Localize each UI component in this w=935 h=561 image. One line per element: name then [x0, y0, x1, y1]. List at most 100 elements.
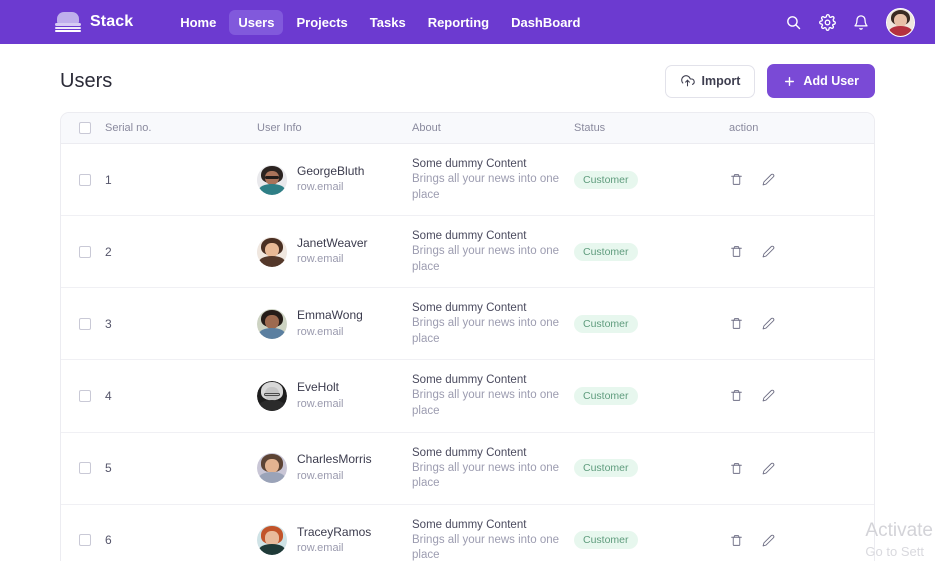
row-about-sub: Brings all your news into one place [412, 388, 562, 419]
table-row: 2 JanetWeaver row.email [61, 216, 874, 288]
table-body: 1 GeorgeBluth row.email [61, 144, 874, 561]
delete-icon[interactable] [729, 533, 744, 548]
row-avatar [257, 237, 287, 267]
row-user-name: CharlesMorris [297, 451, 372, 468]
nav-item-reporting[interactable]: Reporting [419, 10, 498, 35]
row-checkbox[interactable] [79, 174, 91, 186]
row-userinfo-cell: TraceyRamos row.email [257, 504, 412, 561]
nav-item-tasks[interactable]: Tasks [361, 10, 415, 35]
row-user-name: JanetWeaver [297, 235, 367, 252]
nav-item-home[interactable]: Home [171, 10, 225, 35]
nav-item-dashboard[interactable]: DashBoard [502, 10, 589, 35]
nav-item-projects[interactable]: Projects [287, 10, 356, 35]
edit-icon[interactable] [761, 533, 776, 548]
row-user-name: TraceyRamos [297, 524, 371, 541]
status-badge: Customer [574, 243, 638, 261]
row-status-cell: Customer [574, 216, 729, 288]
row-serial-cell: 2 [105, 216, 257, 288]
table-row: 5 CharlesMorris row.email [61, 432, 874, 504]
add-user-button[interactable]: Add User [767, 64, 875, 98]
header-actions: Import Add User [665, 64, 875, 98]
table-row: 4 EveHolt row.email [61, 360, 874, 432]
delete-icon[interactable] [729, 244, 744, 259]
row-serial-cell: 6 [105, 504, 257, 561]
row-serial: 3 [105, 317, 112, 331]
avatar[interactable] [886, 8, 915, 37]
row-select-cell [61, 360, 105, 432]
upload-cloud-icon [680, 74, 695, 89]
brand-logo[interactable]: Stack [55, 12, 133, 32]
row-checkbox[interactable] [79, 390, 91, 402]
row-about-cell: Some dummy Content Brings all your news … [412, 360, 574, 432]
delete-icon[interactable] [729, 388, 744, 403]
row-select-cell [61, 504, 105, 561]
row-select-cell [61, 216, 105, 288]
row-about-cell: Some dummy Content Brings all your news … [412, 144, 574, 216]
row-about-title: Some dummy Content [412, 300, 574, 316]
row-about-cell: Some dummy Content Brings all your news … [412, 216, 574, 288]
row-action-cell [729, 216, 874, 288]
row-action-cell [729, 432, 874, 504]
bell-icon[interactable] [852, 13, 870, 31]
nav-item-users[interactable]: Users [229, 10, 283, 35]
row-serial: 2 [105, 245, 112, 259]
row-user-name: EmmaWong [297, 307, 363, 324]
page-title: Users [60, 70, 112, 93]
search-icon[interactable] [784, 13, 802, 31]
row-serial: 5 [105, 461, 112, 475]
gear-icon[interactable] [818, 13, 836, 31]
select-all-header [61, 113, 105, 144]
row-avatar [257, 381, 287, 411]
row-serial: 1 [105, 173, 112, 187]
avatar-portrait [887, 9, 914, 36]
row-avatar [257, 165, 287, 195]
row-about-title: Some dummy Content [412, 156, 574, 172]
delete-icon[interactable] [729, 461, 744, 476]
status-badge: Customer [574, 171, 638, 189]
row-checkbox[interactable] [79, 534, 91, 546]
import-button[interactable]: Import [665, 65, 756, 98]
row-action-cell [729, 360, 874, 432]
row-about-title: Some dummy Content [412, 372, 574, 388]
row-about-title: Some dummy Content [412, 445, 574, 461]
plus-icon [783, 75, 796, 88]
status-badge: Customer [574, 315, 638, 333]
row-user-email: row.email [297, 469, 372, 485]
status-badge: Customer [574, 387, 638, 405]
row-action-cell [729, 288, 874, 360]
column-header-about: About [412, 113, 574, 144]
row-select-cell [61, 144, 105, 216]
select-all-checkbox[interactable] [79, 122, 91, 134]
row-avatar [257, 525, 287, 555]
row-user-name: EveHolt [297, 379, 343, 396]
row-status-cell: Customer [574, 360, 729, 432]
import-label: Import [702, 74, 741, 88]
column-header-userinfo: User Info [257, 113, 412, 144]
row-user-email: row.email [297, 180, 364, 196]
edit-icon[interactable] [761, 244, 776, 259]
users-table-card: Serial no. User Info About Status action… [60, 112, 875, 561]
delete-icon[interactable] [729, 172, 744, 187]
row-about-sub: Brings all your news into one place [412, 461, 562, 492]
row-about-cell: Some dummy Content Brings all your news … [412, 288, 574, 360]
row-about-title: Some dummy Content [412, 517, 574, 533]
table-row: 3 EmmaWong row.email [61, 288, 874, 360]
row-checkbox[interactable] [79, 462, 91, 474]
table-head: Serial no. User Info About Status action [61, 113, 874, 144]
row-about-title: Some dummy Content [412, 228, 574, 244]
edit-icon[interactable] [761, 316, 776, 331]
row-serial-cell: 4 [105, 360, 257, 432]
row-select-cell [61, 432, 105, 504]
edit-icon[interactable] [761, 388, 776, 403]
row-checkbox[interactable] [79, 246, 91, 258]
edit-icon[interactable] [761, 172, 776, 187]
row-about-cell: Some dummy Content Brings all your news … [412, 432, 574, 504]
row-select-cell [61, 288, 105, 360]
page-content: Users Import [0, 44, 935, 561]
row-userinfo-cell: EmmaWong row.email [257, 288, 412, 360]
status-badge: Customer [574, 459, 638, 477]
edit-icon[interactable] [761, 461, 776, 476]
row-checkbox[interactable] [79, 318, 91, 330]
delete-icon[interactable] [729, 316, 744, 331]
row-userinfo-cell: CharlesMorris row.email [257, 432, 412, 504]
